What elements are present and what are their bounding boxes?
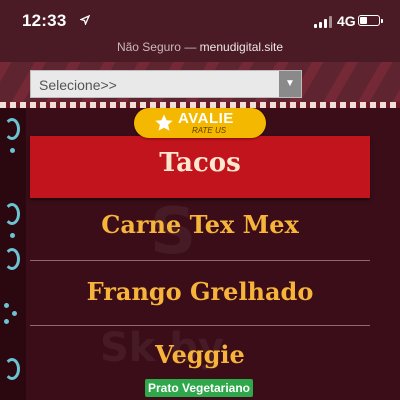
category-select[interactable]: Selecione>> ▼ (30, 70, 302, 98)
swirl-ornament-icon (4, 203, 20, 225)
status-time: 12:33 (22, 11, 67, 30)
menu-item[interactable]: Carne Tex Mex (30, 210, 370, 239)
status-bar: 12:33 4G (0, 0, 400, 40)
dot-ornament-icon (10, 233, 15, 238)
menu-item[interactable]: Frango Grelhado (30, 277, 370, 306)
swirl-ornament-icon (4, 248, 20, 270)
network-type: 4G (337, 13, 356, 29)
rate-us-sublabel: RATE US (192, 126, 227, 135)
swirl-ornament-icon (4, 118, 20, 140)
security-label: Não Seguro — (116, 40, 197, 54)
dot-ornament-icon (4, 319, 9, 324)
swirl-ornament-icon (4, 358, 20, 380)
location-arrow-icon (80, 15, 90, 25)
signal-icon (314, 16, 332, 28)
rate-us-label: AVALIE (178, 110, 234, 127)
vegetarian-badge: Prato Vegetariano (145, 379, 253, 397)
url-bar[interactable]: Não Seguro — menudigital.site (0, 40, 400, 62)
divider (30, 325, 370, 326)
rate-us-button[interactable]: AVALIE RATE US (134, 108, 266, 138)
divider (30, 260, 370, 261)
url-host: menudigital.site (199, 40, 284, 54)
dot-ornament-icon (10, 148, 15, 153)
menu-item-active[interactable]: Tacos (30, 136, 370, 198)
side-ornament (0, 108, 26, 400)
dot-ornament-icon (4, 303, 9, 308)
menu-item[interactable]: Veggie (30, 340, 370, 369)
battery-icon (358, 15, 383, 26)
menu-item-label: Tacos (159, 148, 241, 178)
chevron-down-icon[interactable]: ▼ (279, 71, 301, 97)
select-value: Selecione>> (39, 77, 117, 93)
dot-ornament-icon (12, 311, 17, 316)
star-icon (155, 114, 173, 131)
